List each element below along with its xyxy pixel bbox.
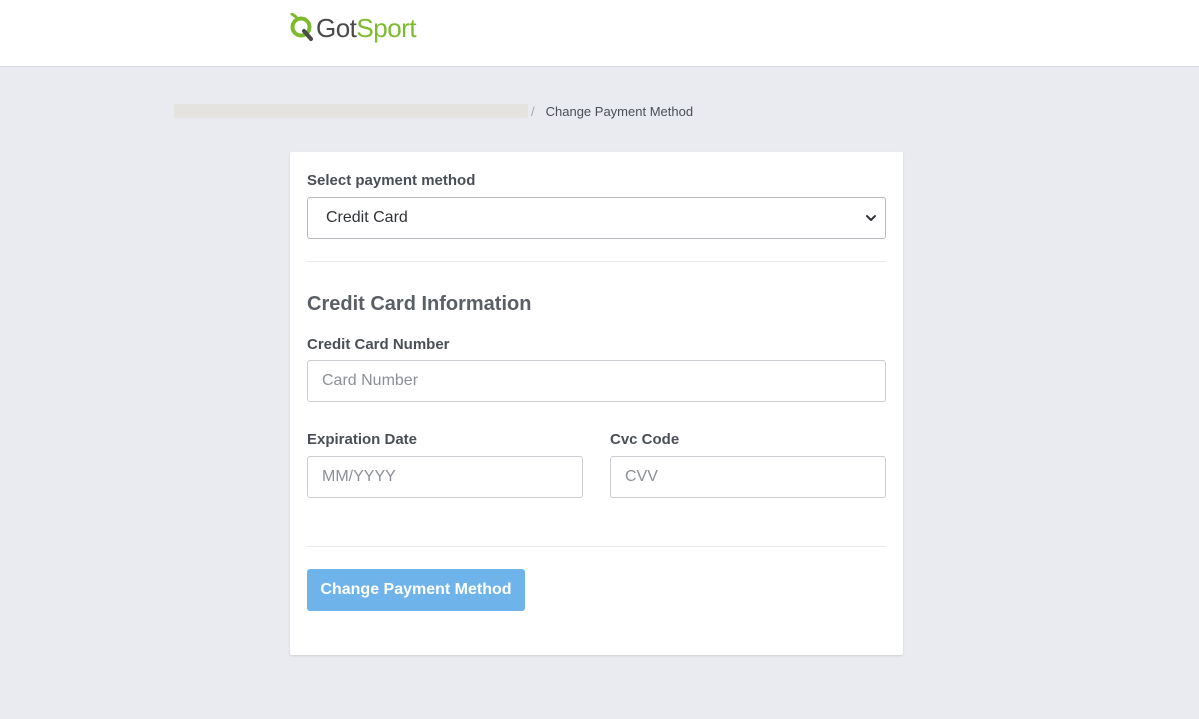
footer-divider: [307, 546, 886, 547]
card-number-label: Credit Card Number: [307, 336, 450, 353]
gotsport-logo[interactable]: GotSport: [289, 12, 417, 44]
top-navbar: GotSport: [0, 0, 1199, 67]
credit-card-section-title: Credit Card Information: [307, 293, 532, 315]
expiration-date-input[interactable]: MM/YYYY: [307, 456, 583, 498]
cvc-code-label: Cvc Code: [610, 431, 680, 448]
chevron-down-icon: [866, 215, 876, 221]
cvc-code-placeholder: CVV: [625, 468, 658, 485]
logo-text: GotSport: [316, 13, 417, 43]
payment-method-label: Select payment method: [307, 172, 476, 189]
payment-method-selected-value: Credit Card: [326, 209, 408, 226]
expiration-date-placeholder: MM/YYYY: [322, 468, 396, 485]
payment-method-card: Select payment method Credit Card Credit…: [290, 152, 903, 655]
expiration-date-label: Expiration Date: [307, 431, 418, 448]
change-payment-method-button[interactable]: Change Payment Method: [307, 569, 525, 611]
card-number-input[interactable]: Card Number: [307, 360, 886, 402]
gotsport-logo-icon: [290, 13, 313, 41]
breadcrumb: / Change Payment Method: [174, 103, 693, 119]
card-number-placeholder: Card Number: [322, 372, 419, 389]
logo-text-sport: Sport: [356, 13, 417, 43]
section-divider: [307, 261, 886, 262]
cvc-code-input[interactable]: CVV: [610, 456, 886, 498]
logo-text-got: Got: [316, 13, 357, 43]
payment-method-select[interactable]: Credit Card: [307, 197, 886, 239]
breadcrumb-parent-link[interactable]: [174, 104, 528, 118]
breadcrumb-separator: /: [531, 103, 535, 119]
breadcrumb-current: Change Payment Method: [545, 103, 694, 119]
